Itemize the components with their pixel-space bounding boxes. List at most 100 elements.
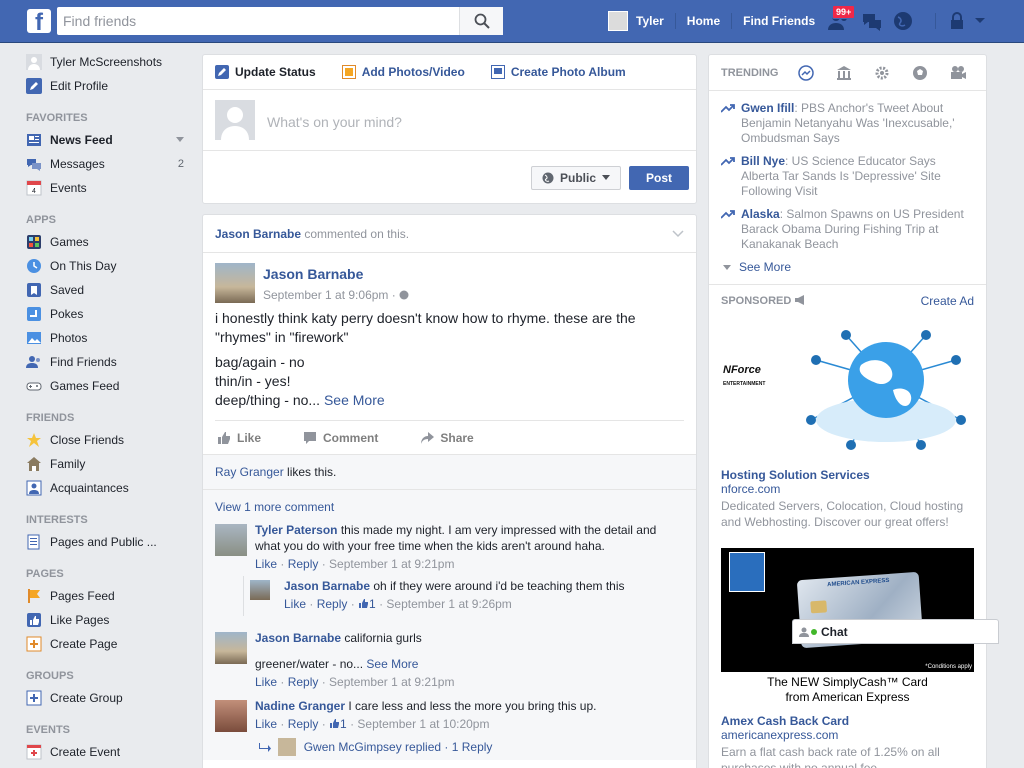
ad-title-link[interactable]: Amex Cash Back Card bbox=[709, 706, 986, 728]
trending-item[interactable]: Gwen Ifill: PBS Anchor's Tweet About Ben… bbox=[709, 97, 986, 150]
trending-item[interactable]: Bill Nye: US Science Educator Says Alber… bbox=[709, 150, 986, 203]
messages-icon[interactable] bbox=[861, 11, 883, 31]
status-input[interactable] bbox=[267, 114, 667, 130]
chat-tab[interactable]: Chat bbox=[792, 619, 999, 644]
sidebar-item-like-pages[interactable]: Like Pages bbox=[26, 608, 190, 632]
sidebar-item-create-group[interactable]: Create Group bbox=[26, 686, 190, 710]
sidebar-item-on-this-day[interactable]: On This Day bbox=[26, 254, 190, 278]
sidebar-item-games[interactable]: Games bbox=[26, 230, 190, 254]
trending-item[interactable]: Alaska: Salmon Spawns on US President Ba… bbox=[709, 203, 986, 256]
like-button[interactable]: Like bbox=[217, 431, 261, 445]
view-more-comments-link[interactable]: View 1 more comment bbox=[203, 490, 696, 518]
commenter-avatar[interactable] bbox=[215, 632, 247, 664]
commenter-avatar[interactable] bbox=[215, 700, 247, 732]
photo-album-icon bbox=[490, 65, 505, 79]
trending-topic: Bill Nye bbox=[741, 154, 786, 168]
comment-author-link[interactable]: Nadine Granger bbox=[255, 699, 345, 713]
facebook-logo[interactable]: f bbox=[27, 9, 51, 33]
comment-like-link[interactable]: Like bbox=[255, 675, 277, 689]
comment-reply-link[interactable]: Reply bbox=[317, 597, 348, 611]
sidebar-item-saved[interactable]: Saved bbox=[26, 278, 190, 302]
share-button[interactable]: Share bbox=[420, 431, 474, 445]
sidebar-item-find-friends[interactable]: Find Friends bbox=[26, 350, 190, 374]
sidebar-item-photos[interactable]: Photos bbox=[26, 326, 190, 350]
sidebar-item-edit-profile[interactable]: Edit Profile bbox=[26, 74, 190, 98]
ad-title-link[interactable]: Hosting Solution Services bbox=[709, 460, 986, 482]
sidebar-item-family[interactable]: Family bbox=[26, 452, 190, 476]
comment-author-link[interactable]: Jason Barnabe bbox=[255, 631, 341, 645]
sidebar-item-news-feed[interactable]: News Feed bbox=[26, 128, 190, 152]
comment-reply-link[interactable]: Reply bbox=[288, 675, 319, 689]
politics-building-icon[interactable] bbox=[836, 65, 852, 81]
liker-link[interactable]: Ray Granger bbox=[215, 465, 284, 479]
science-gear-icon[interactable] bbox=[874, 65, 890, 81]
messages-icon bbox=[26, 156, 42, 172]
globe-icon bbox=[542, 172, 554, 184]
audience-selector-button[interactable]: Public bbox=[531, 166, 621, 190]
comment-time[interactable]: · September 1 at 10:20pm bbox=[347, 717, 489, 731]
context-author-link[interactable]: Jason Barnabe bbox=[215, 227, 301, 241]
commenter-avatar[interactable] bbox=[215, 524, 247, 556]
ad-image-nforce[interactable]: NForce ENTERTAINMENT bbox=[721, 320, 974, 460]
comment-author-link[interactable]: Tyler Paterson bbox=[255, 523, 337, 537]
post-button[interactable]: Post bbox=[629, 166, 689, 190]
sidebar-item-messages[interactable]: Messages 2 bbox=[26, 152, 190, 176]
comment-like-link[interactable]: Like bbox=[255, 717, 277, 731]
sidebar-item-create-event[interactable]: Create Event bbox=[26, 740, 190, 764]
see-more-link[interactable]: See More bbox=[366, 657, 418, 671]
post-text-fragment: deep/thing - no... bbox=[215, 392, 324, 408]
sidebar-item-profile[interactable]: Tyler McScreenshots bbox=[26, 50, 190, 74]
entertainment-camera-icon[interactable] bbox=[950, 65, 967, 81]
view-replies-link[interactable]: Gwen McGimpsey replied · 1 Reply bbox=[255, 738, 684, 756]
sidebar-item-pokes[interactable]: Pokes bbox=[26, 302, 190, 326]
find-friends-link[interactable]: Find Friends bbox=[743, 14, 815, 28]
sports-ball-icon[interactable] bbox=[912, 65, 928, 81]
comment-like-link[interactable]: Like bbox=[255, 557, 277, 571]
post-timestamp[interactable]: September 1 at 9:06pm · bbox=[263, 288, 409, 302]
sidebar-item-acquaintances[interactable]: Acquaintances bbox=[26, 476, 190, 500]
tab-create-album[interactable]: Create Photo Album bbox=[490, 65, 626, 79]
search-button[interactable] bbox=[459, 7, 503, 35]
post-author-avatar[interactable] bbox=[215, 263, 255, 303]
post-author-link[interactable]: Jason Barnabe bbox=[263, 266, 363, 282]
privacy-lock-icon[interactable] bbox=[948, 12, 966, 30]
ad-image-amex[interactable]: AMERICAN EXPRESS *Conditions apply bbox=[721, 548, 974, 672]
news-feed-options-chevron-down-icon[interactable] bbox=[176, 134, 184, 146]
create-ad-link[interactable]: Create Ad bbox=[921, 294, 974, 308]
sidebar-item-create-page[interactable]: Create Page bbox=[26, 632, 190, 656]
pages-list-icon bbox=[26, 534, 42, 550]
trending-see-more-link[interactable]: See More bbox=[709, 256, 986, 284]
user-avatar[interactable] bbox=[608, 11, 628, 31]
profile-link[interactable]: Tyler bbox=[636, 14, 664, 28]
sidebar-item-close-friends[interactable]: Close Friends bbox=[26, 428, 190, 452]
chat-label: Chat bbox=[821, 624, 848, 639]
sidebar-item-events[interactable]: 4 Events bbox=[26, 176, 190, 200]
comment-like-count[interactable]: 1 bbox=[369, 597, 376, 611]
comment-like-count[interactable]: 1 bbox=[340, 717, 347, 731]
comment-like-link[interactable]: Like bbox=[284, 597, 306, 611]
see-more-link[interactable]: See More bbox=[324, 392, 385, 408]
comment-time[interactable]: · September 1 at 9:21pm bbox=[318, 557, 455, 571]
commenter-avatar[interactable] bbox=[250, 580, 270, 600]
sidebar-item-games-feed[interactable]: Games Feed bbox=[26, 374, 190, 398]
ad-domain-link[interactable]: nforce.com bbox=[709, 482, 986, 496]
comment-button[interactable]: Comment bbox=[303, 431, 378, 445]
account-menu-chevron-down-icon[interactable] bbox=[974, 17, 986, 25]
comment-time[interactable]: · September 1 at 9:21pm bbox=[318, 675, 455, 689]
comment-author-link[interactable]: Jason Barnabe bbox=[284, 579, 370, 593]
thumbs-up-icon bbox=[26, 612, 42, 628]
sidebar-item-pages-public[interactable]: Pages and Public ... bbox=[26, 530, 190, 554]
post-options-chevron-down-icon[interactable] bbox=[672, 227, 684, 241]
notifications-globe-icon[interactable] bbox=[893, 11, 913, 31]
comment-time[interactable]: · September 1 at 9:26pm bbox=[376, 597, 512, 611]
tab-update-status[interactable]: Update Status bbox=[215, 65, 316, 79]
ad-domain-link[interactable]: americanexpress.com bbox=[709, 728, 986, 742]
comment-reply-link[interactable]: Reply bbox=[288, 557, 319, 571]
comment-reply-link[interactable]: Reply bbox=[288, 717, 319, 731]
home-link[interactable]: Home bbox=[687, 14, 720, 28]
ad-fine-print: *Conditions apply bbox=[925, 664, 972, 670]
search-input[interactable] bbox=[57, 7, 457, 35]
tab-add-photos[interactable]: Add Photos/Video bbox=[341, 65, 465, 79]
trending-top-icon[interactable] bbox=[798, 64, 815, 81]
sidebar-item-pages-feed[interactable]: Pages Feed bbox=[26, 584, 190, 608]
